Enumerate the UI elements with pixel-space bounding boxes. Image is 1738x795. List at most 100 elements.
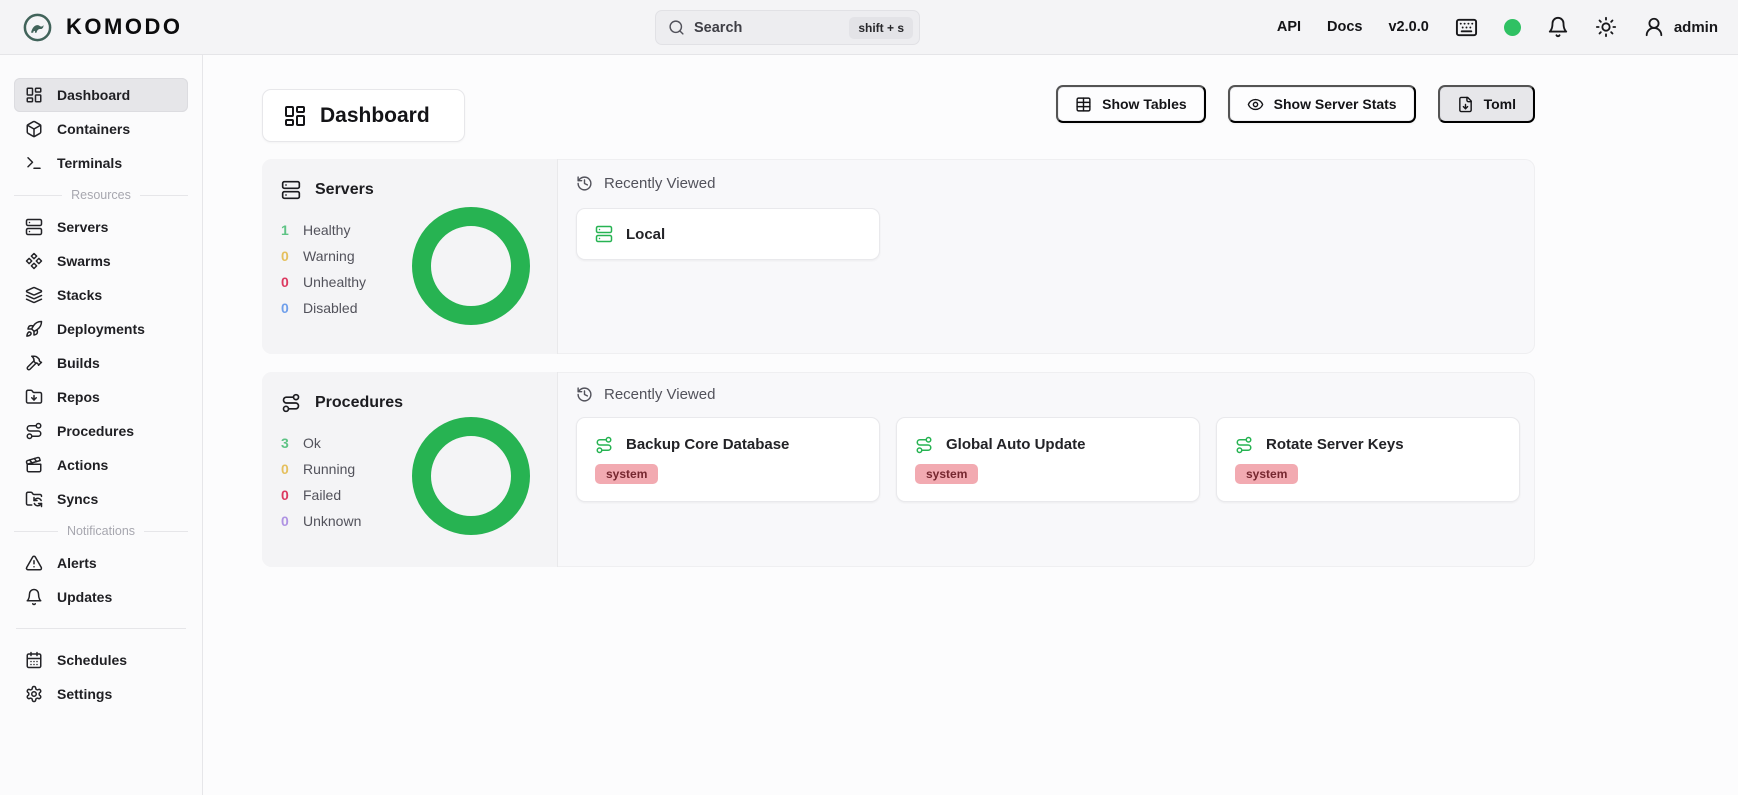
sidebar-item-schedules[interactable]: Schedules	[14, 643, 188, 677]
sidebar-item-label: Stacks	[57, 287, 102, 303]
komodo-logo[interactable]: KOMODO	[22, 12, 182, 43]
route-icon	[1235, 436, 1253, 454]
sidebar-item-label: Swarms	[57, 253, 111, 269]
user-menu[interactable]: admin	[1643, 16, 1718, 38]
recent-procedure-card[interactable]: Backup Core Database system	[576, 417, 880, 502]
notifications-bell-icon[interactable]	[1547, 16, 1569, 38]
route-icon	[281, 393, 301, 413]
table-icon	[1075, 96, 1092, 113]
calendar-icon	[25, 651, 43, 669]
stat-label: Unhealthy	[303, 274, 366, 290]
route-icon	[915, 436, 933, 454]
sidebar-item-deployments[interactable]: Deployments	[14, 312, 188, 346]
sidebar-item-repos[interactable]: Repos	[14, 380, 188, 414]
recent-procedure-card[interactable]: Rotate Server Keys system	[1216, 417, 1520, 502]
recent-item-name: Backup Core Database	[626, 436, 789, 453]
show-server-stats-button[interactable]: Show Server Stats	[1228, 85, 1416, 123]
stat-value: 1	[281, 222, 290, 238]
procedures-summary-card[interactable]: Procedures 3Ok 0Running 0Failed 0Unknown	[262, 372, 558, 567]
sidebar-item-label: Syncs	[57, 491, 98, 507]
sidebar-item-containers[interactable]: Containers	[14, 112, 188, 146]
route-icon	[595, 436, 613, 454]
keyboard-shortcuts-icon[interactable]	[1455, 16, 1478, 39]
sidebar-item-updates[interactable]: Updates	[14, 580, 188, 614]
eye-icon	[1247, 96, 1264, 113]
procedures-section: Procedures 3Ok 0Running 0Failed 0Unknown…	[262, 372, 1535, 567]
hammer-icon	[25, 354, 43, 372]
version-link[interactable]: v2.0.0	[1388, 19, 1428, 35]
sidebar-item-procedures[interactable]: Procedures	[14, 414, 188, 448]
connection-status-dot[interactable]	[1504, 19, 1521, 36]
dashboard-icon	[283, 104, 307, 128]
stat-label: Unknown	[303, 513, 361, 529]
topbar-right: API Docs v2.0.0 admin	[1277, 16, 1718, 39]
sidebar-item-label: Procedures	[57, 423, 134, 439]
sidebar-item-servers[interactable]: Servers	[14, 210, 188, 244]
servers-summary-card[interactable]: Servers 1Healthy 0Warning 0Unhealthy 0Di…	[262, 159, 558, 354]
stat-value: 0	[281, 274, 290, 290]
box-icon	[25, 120, 43, 138]
sidebar-item-terminals[interactable]: Terminals	[14, 146, 188, 180]
servers-recently-viewed: Recently Viewed Local	[558, 159, 1535, 354]
sidebar-item-label: Deployments	[57, 321, 145, 337]
recent-server-card-local[interactable]: Local	[576, 208, 880, 260]
clapperboard-icon	[25, 456, 43, 474]
sidebar-section-notifications: Notifications	[14, 516, 188, 546]
search-icon	[668, 19, 685, 36]
sidebar-item-label: Servers	[57, 219, 108, 235]
stat-value: 0	[281, 248, 290, 264]
bell-icon	[25, 588, 43, 606]
sidebar: Dashboard Containers Terminals Resources…	[0, 55, 203, 795]
recent-item-name: Global Auto Update	[946, 436, 1085, 453]
global-search[interactable]: shift + s	[655, 10, 920, 45]
main-content: Dashboard Show Tables Show Server Stats …	[203, 55, 1738, 795]
stat-label: Running	[303, 461, 355, 477]
sidebar-item-settings[interactable]: Settings	[14, 677, 188, 711]
sidebar-item-stacks[interactable]: Stacks	[14, 278, 188, 312]
search-input[interactable]	[694, 20, 840, 36]
sidebar-item-label: Alerts	[57, 555, 97, 571]
sidebar-item-swarms[interactable]: Swarms	[14, 244, 188, 278]
recently-viewed-heading: Recently Viewed	[604, 175, 715, 192]
page-title-card: Dashboard	[262, 89, 465, 142]
servers-section: Servers 1Healthy 0Warning 0Unhealthy 0Di…	[262, 159, 1535, 354]
stat-value: 0	[281, 513, 290, 529]
system-tag: system	[595, 464, 658, 484]
folder-sync-icon	[25, 490, 43, 508]
stat-value: 0	[281, 487, 290, 503]
servers-summary-title: Servers	[315, 181, 374, 199]
stat-value: 0	[281, 461, 290, 477]
route-icon	[25, 422, 43, 440]
procedures-status-donut	[412, 417, 530, 535]
show-tables-button[interactable]: Show Tables	[1056, 85, 1206, 123]
recent-procedure-card[interactable]: Global Auto Update system	[896, 417, 1200, 502]
toml-button[interactable]: Toml	[1438, 85, 1535, 123]
komodo-logo-icon	[22, 12, 53, 43]
system-tag: system	[1235, 464, 1298, 484]
docs-link[interactable]: Docs	[1327, 19, 1362, 35]
sidebar-item-alerts[interactable]: Alerts	[14, 546, 188, 580]
api-link[interactable]: API	[1277, 19, 1301, 35]
server-icon	[595, 225, 613, 243]
stat-value: 0	[281, 300, 290, 316]
stat-label: Failed	[303, 487, 341, 503]
user-name: admin	[1674, 19, 1718, 36]
server-icon	[281, 180, 301, 200]
sidebar-item-label: Terminals	[57, 155, 122, 171]
sidebar-item-syncs[interactable]: Syncs	[14, 482, 188, 516]
theme-toggle-sun-icon[interactable]	[1595, 16, 1617, 38]
sidebar-item-label: Updates	[57, 589, 112, 605]
user-icon	[1643, 16, 1665, 38]
sidebar-section-resources: Resources	[14, 180, 188, 210]
sidebar-item-dashboard[interactable]: Dashboard	[14, 78, 188, 112]
stat-label: Ok	[303, 435, 321, 451]
sidebar-item-label: Settings	[57, 686, 112, 702]
folder-down-icon	[25, 388, 43, 406]
search-shortcut-badge: shift + s	[849, 17, 913, 39]
page-title: Dashboard	[320, 104, 430, 128]
stat-label: Warning	[303, 248, 355, 264]
sidebar-item-builds[interactable]: Builds	[14, 346, 188, 380]
recently-viewed-heading: Recently Viewed	[604, 386, 715, 403]
sidebar-item-actions[interactable]: Actions	[14, 448, 188, 482]
brand-name: KOMODO	[66, 14, 182, 40]
